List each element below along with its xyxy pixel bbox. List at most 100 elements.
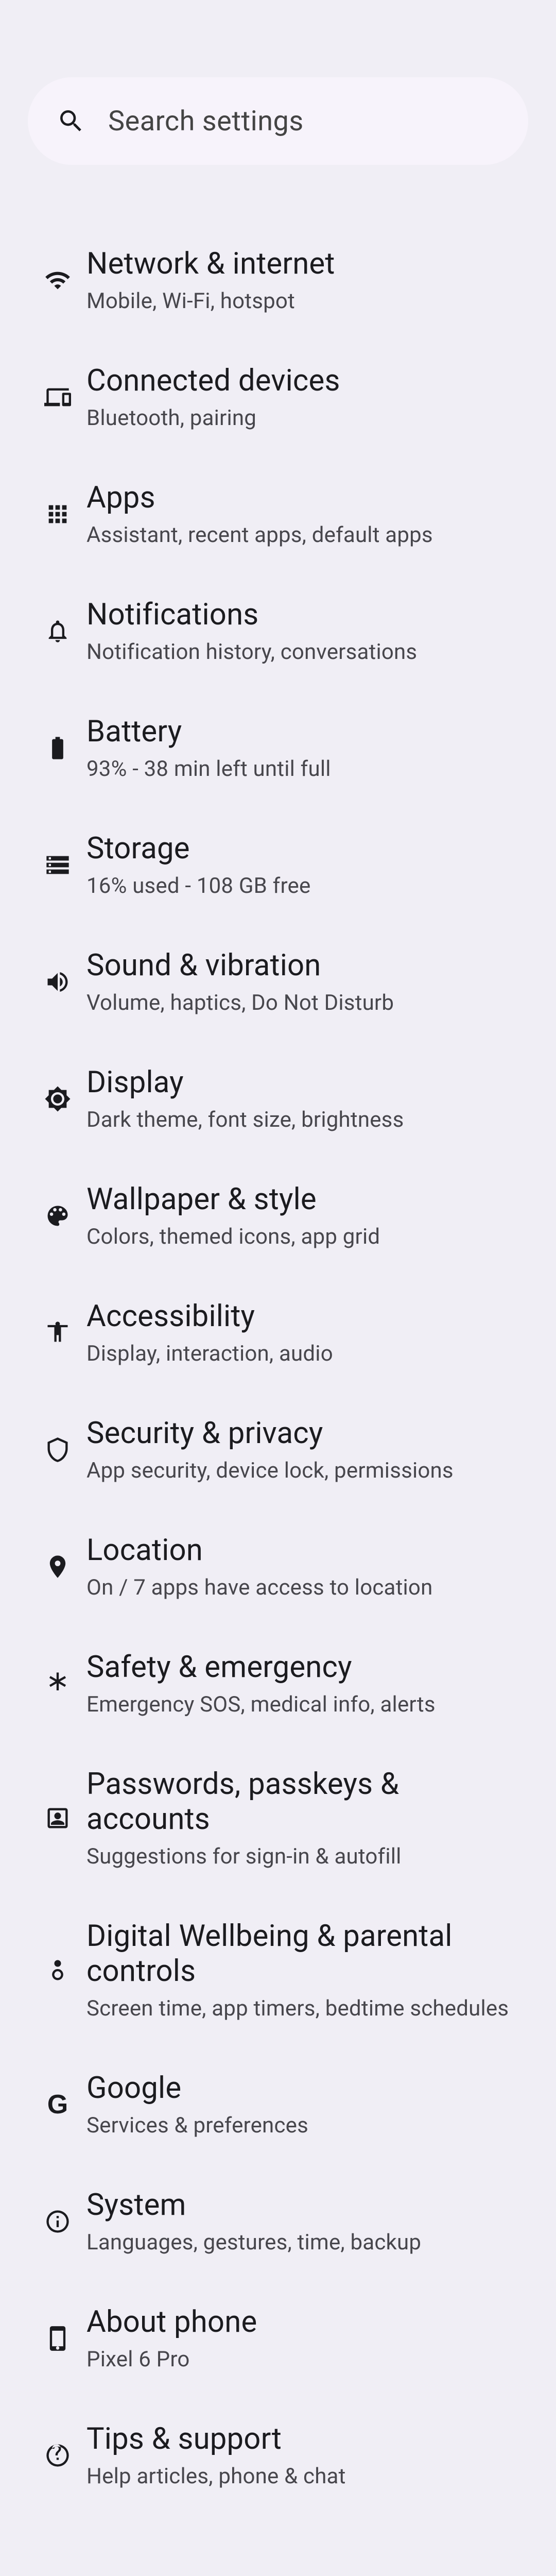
asterisk-icon: [32, 1670, 83, 1697]
settings-item-text: System Languages, gestures, time, backup: [83, 2188, 518, 2255]
location-icon: [32, 1553, 83, 1580]
settings-item-title: About phone: [86, 2304, 518, 2340]
settings-item-text: Display Dark theme, font size, brightness: [83, 1065, 518, 1132]
devices-icon: [32, 384, 83, 411]
settings-item-text: Location On / 7 apps have access to locat…: [83, 1533, 518, 1600]
search-icon: [56, 106, 86, 137]
settings-item-subtitle: Bluetooth, pairing: [86, 405, 518, 431]
settings-item-title: Wallpaper & style: [86, 1182, 518, 1217]
settings-item-subtitle: Display, interaction, audio: [86, 1341, 518, 1366]
settings-item-security-privacy[interactable]: Security & privacy App security, device l…: [28, 1391, 528, 1508]
settings-item-text: Apps Assistant, recent apps, default apps: [83, 480, 518, 548]
search-placeholder: Search settings: [108, 105, 304, 138]
settings-item-title: Digital Wellbeing & parental controls: [86, 1919, 518, 1989]
settings-item-title: Connected devices: [86, 363, 518, 398]
settings-item-title: Battery: [86, 714, 518, 749]
settings-item-title: Location: [86, 1533, 518, 1568]
settings-page: Search settings Network & internet Mobile…: [0, 0, 556, 2576]
settings-item-accessibility[interactable]: Accessibility Display, interaction, audio: [28, 1274, 528, 1391]
settings-item-text: Connected devices Bluetooth, pairing: [83, 363, 518, 431]
settings-item-title: System: [86, 2188, 518, 2223]
settings-item-passwords-passkeys-accounts[interactable]: Passwords, passkeys & accounts Suggestion…: [28, 1742, 528, 1894]
settings-item-text: Wallpaper & style Colors, themed icons, a…: [83, 1182, 518, 1249]
settings-item-subtitle: Pixel 6 Pro: [86, 2347, 518, 2372]
settings-item-google[interactable]: GGoogle Services & preferences: [28, 2046, 528, 2163]
settings-item-subtitle: Notification history, conversations: [86, 639, 518, 665]
battery-icon: [32, 735, 83, 761]
settings-item-display[interactable]: Display Dark theme, font size, brightness: [28, 1040, 528, 1157]
settings-item-wallpaper-style[interactable]: Wallpaper & style Colors, themed icons, a…: [28, 1157, 528, 1274]
accessibility-icon: [32, 1319, 83, 1346]
settings-item-subtitle: App security, device lock, permissions: [86, 1458, 518, 1483]
settings-item-subtitle: Assistant, recent apps, default apps: [86, 522, 518, 548]
settings-item-text: Google Services & preferences: [83, 2071, 518, 2138]
settings-item-title: Google: [86, 2071, 518, 2106]
palette-icon: [32, 1202, 83, 1229]
settings-item-text: Storage 16% used - 108 GB free: [83, 831, 518, 899]
settings-item-title: Display: [86, 1065, 518, 1100]
settings-item-connected-devices[interactable]: Connected devices Bluetooth, pairing: [28, 338, 528, 455]
settings-item-text: Accessibility Display, interaction, audio: [83, 1299, 518, 1366]
settings-item-title: Passwords, passkeys & accounts: [86, 1767, 518, 1837]
search-bar[interactable]: Search settings: [28, 77, 528, 165]
settings-item-subtitle: On / 7 apps have access to location: [86, 1575, 518, 1600]
settings-item-sound-vibration[interactable]: Sound & vibration Volume, haptics, Do Not…: [28, 923, 528, 1040]
settings-item-text: Passwords, passkeys & accounts Suggestion…: [83, 1767, 518, 1869]
phone-icon: [32, 2325, 83, 2352]
settings-item-subtitle: Mobile, Wi-Fi, hotspot: [86, 289, 518, 314]
apps-icon: [32, 501, 83, 528]
settings-item-text: Security & privacy App security, device l…: [83, 1416, 518, 1483]
settings-item-text: Tips & support Help articles, phone & cha…: [83, 2421, 518, 2489]
wellbeing-icon: [32, 1957, 83, 1984]
settings-item-subtitle: 16% used - 108 GB free: [86, 873, 518, 899]
info-icon: [32, 2208, 83, 2235]
settings-item-about-phone[interactable]: About phone Pixel 6 Pro: [28, 2280, 528, 2397]
settings-item-apps[interactable]: Apps Assistant, recent apps, default apps: [28, 455, 528, 572]
settings-item-text: Notifications Notification history, conve…: [83, 597, 518, 665]
settings-item-text: Battery 93% - 38 min left until full: [83, 714, 518, 782]
settings-item-location[interactable]: Location On / 7 apps have access to locat…: [28, 1508, 528, 1625]
wifi-icon: [32, 267, 83, 294]
settings-item-network-internet[interactable]: Network & internet Mobile, Wi-Fi, hotspot: [28, 222, 528, 338]
account-icon: [32, 1805, 83, 1832]
settings-item-notifications[interactable]: Notifications Notification history, conve…: [28, 572, 528, 689]
settings-item-storage[interactable]: Storage 16% used - 108 GB free: [28, 806, 528, 923]
google-icon: G: [32, 2091, 83, 2118]
settings-item-tips-support[interactable]: Tips & support Help articles, phone & cha…: [28, 2397, 528, 2514]
settings-item-subtitle: Suggestions for sign-in & autofill: [86, 1844, 518, 1869]
settings-item-subtitle: Services & preferences: [86, 2113, 518, 2138]
settings-item-title: Notifications: [86, 597, 518, 632]
settings-item-title: Security & privacy: [86, 1416, 518, 1451]
settings-item-safety-emergency[interactable]: Safety & emergency Emergency SOS, medical…: [28, 1625, 528, 1742]
settings-item-title: Sound & vibration: [86, 948, 518, 983]
sound-icon: [32, 969, 83, 995]
settings-item-subtitle: Colors, themed icons, app grid: [86, 1224, 518, 1249]
settings-item-subtitle: Volume, haptics, Do Not Disturb: [86, 990, 518, 1015]
settings-item-subtitle: Screen time, app timers, bedtime schedul…: [86, 1996, 518, 2021]
settings-item-system[interactable]: System Languages, gestures, time, backup: [28, 2163, 528, 2280]
settings-item-title: Apps: [86, 480, 518, 515]
settings-item-title: Storage: [86, 831, 518, 866]
settings-item-subtitle: Emergency SOS, medical info, alerts: [86, 1692, 518, 1717]
settings-item-text: About phone Pixel 6 Pro: [83, 2304, 518, 2372]
settings-item-subtitle: Help articles, phone & chat: [86, 2464, 518, 2489]
settings-item-title: Accessibility: [86, 1299, 518, 1334]
display-icon: [32, 1086, 83, 1112]
settings-item-text: Digital Wellbeing & parental controls Scr…: [83, 1919, 518, 2021]
settings-item-title: Safety & emergency: [86, 1650, 518, 1685]
settings-item-subtitle: 93% - 38 min left until full: [86, 756, 518, 782]
settings-item-text: Safety & emergency Emergency SOS, medical…: [83, 1650, 518, 1717]
settings-item-battery[interactable]: Battery 93% - 38 min left until full: [28, 689, 528, 806]
help-icon: [32, 2442, 83, 2469]
settings-item-text: Sound & vibration Volume, haptics, Do Not…: [83, 948, 518, 1015]
settings-item-subtitle: Dark theme, font size, brightness: [86, 1107, 518, 1132]
bell-icon: [32, 618, 83, 645]
settings-item-digital-wellbeing-parental-controls[interactable]: Digital Wellbeing & parental controls Scr…: [28, 1894, 528, 2046]
settings-item-text: Network & internet Mobile, Wi-Fi, hotspot: [83, 246, 518, 314]
shield-icon: [32, 1436, 83, 1463]
settings-list: Network & internet Mobile, Wi-Fi, hotspot…: [28, 222, 528, 2514]
settings-item-subtitle: Languages, gestures, time, backup: [86, 2230, 518, 2255]
settings-item-title: Tips & support: [86, 2421, 518, 2456]
settings-item-title: Network & internet: [86, 246, 518, 281]
storage-icon: [32, 852, 83, 878]
